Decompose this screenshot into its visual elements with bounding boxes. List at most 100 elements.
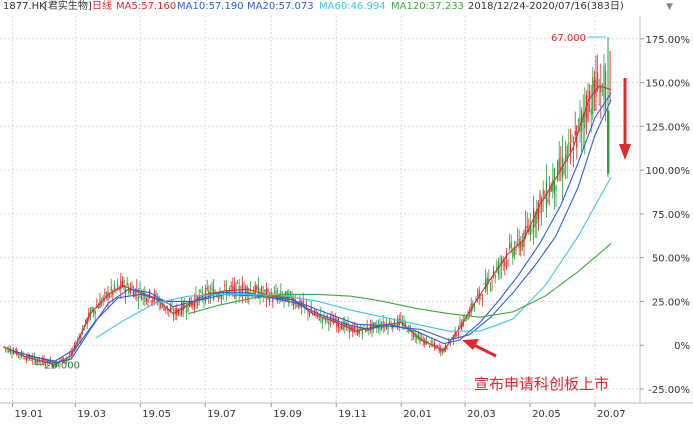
candle-body (94, 310, 96, 315)
candle-body (520, 243, 522, 251)
candle-body (211, 288, 213, 290)
candle-body (285, 291, 287, 295)
candle-body (574, 130, 576, 136)
candle-body (163, 306, 165, 311)
axes: -25.00% 0% 25.00% 50.00% 75.00% 100.00% 125.00… (0, 16, 693, 420)
ma120-line (188, 243, 612, 318)
candle-body (547, 199, 549, 202)
candle-body (126, 282, 128, 286)
candle-body (171, 307, 173, 310)
candle-body (489, 286, 491, 287)
candle-body (137, 296, 139, 300)
candle-body (37, 360, 39, 363)
candle-body (406, 331, 408, 333)
candle-body (328, 321, 330, 325)
candle-body (185, 310, 187, 313)
x-tick-label: 20.05 (532, 409, 561, 420)
y-tick-label: 75.00% (652, 210, 690, 221)
ma5-legend: MA5:57.160 (116, 1, 177, 12)
candle-body (411, 334, 413, 336)
candle-body (607, 110, 610, 174)
y-tick-label: 25.00% (652, 297, 690, 308)
candle-body (405, 323, 407, 325)
candle-body (363, 325, 365, 327)
down-arrow-head-icon (619, 144, 631, 160)
kline-chart: -25.00% 0% 25.00% 50.00% 75.00% 100.00% 125.00… (0, 16, 693, 420)
candle-body (323, 313, 325, 315)
candle-body (150, 301, 152, 303)
candle-body (603, 65, 605, 100)
candle-body (256, 286, 258, 290)
candle-body (456, 334, 458, 336)
x-tick-label: 20.03 (467, 409, 496, 420)
candle-body (173, 314, 175, 316)
high-price-label: 67.000 (551, 33, 586, 44)
candle-body (11, 352, 13, 354)
candle-body (557, 160, 559, 181)
y-tick-label: 100.00% (646, 166, 691, 177)
date-range-label: 2018/12/24-2020/07/16(383日) (468, 1, 624, 12)
candle-body (400, 319, 402, 321)
candle-body (123, 280, 125, 289)
candle-body (270, 291, 272, 296)
candle-body (433, 343, 435, 346)
candle-body (598, 103, 600, 105)
candle-body (577, 119, 579, 122)
candle-body (389, 322, 391, 324)
candle-body (117, 284, 119, 286)
period-label[interactable]: 日线 (92, 0, 112, 14)
candle-body (571, 140, 573, 143)
candle-body (264, 290, 266, 292)
candle-body (573, 157, 575, 159)
candle-body (429, 345, 431, 347)
y-tick-label: 125.00% (646, 122, 691, 133)
candle-body (427, 340, 429, 342)
y-tick-label: 175.00% (646, 35, 691, 46)
candle-body (110, 286, 112, 292)
x-tick-label: 19.05 (142, 409, 171, 420)
candle-body (507, 260, 509, 262)
candle-body (459, 322, 461, 326)
candle-body (113, 284, 115, 290)
listing-arrow-head-icon (462, 339, 479, 350)
candle-body (139, 287, 141, 289)
candle-body (91, 307, 93, 312)
y-tick-label: 150.00% (646, 79, 691, 90)
candle-body (145, 298, 147, 302)
candle-body (361, 330, 363, 335)
x-tick-label: 20.01 (403, 409, 432, 420)
candle-body (229, 288, 231, 290)
candlesticks (3, 37, 611, 370)
y-tick-label: 50.00% (652, 254, 690, 265)
candle-body (153, 293, 155, 301)
candle-body (381, 326, 383, 329)
candle-body (152, 299, 154, 303)
candle-body (200, 290, 202, 292)
candle-body (465, 320, 467, 322)
candle-body (430, 341, 432, 344)
candle-body (568, 142, 570, 144)
candle-body (515, 249, 517, 251)
candle-body (595, 79, 597, 97)
low-price-label: 20.000 (45, 360, 80, 371)
x-tick-label: 19.09 (273, 409, 302, 420)
candle-body (341, 326, 343, 330)
candle-body (104, 292, 106, 293)
dropdown-icon[interactable]: ▼ (666, 0, 673, 14)
ticker-label: 1877.HK (3, 1, 46, 12)
candle-body (165, 308, 167, 310)
stock-chart-window: -25.00% 0% 25.00% 50.00% 75.00% 100.00% 125.00… (0, 0, 693, 424)
candle-body (24, 358, 26, 360)
candle-body (537, 202, 539, 220)
ma20-legend: MA20:57.073 (247, 1, 314, 12)
candle-body (552, 179, 554, 192)
candle-body (565, 154, 567, 159)
candle-body (374, 322, 376, 325)
candle-body (133, 290, 135, 298)
x-tick-label: 19.03 (77, 409, 106, 420)
candle-body (526, 225, 528, 228)
candle-body (267, 289, 269, 293)
candle-body (230, 285, 232, 288)
candle-body (512, 251, 514, 258)
candle-body (357, 328, 359, 335)
